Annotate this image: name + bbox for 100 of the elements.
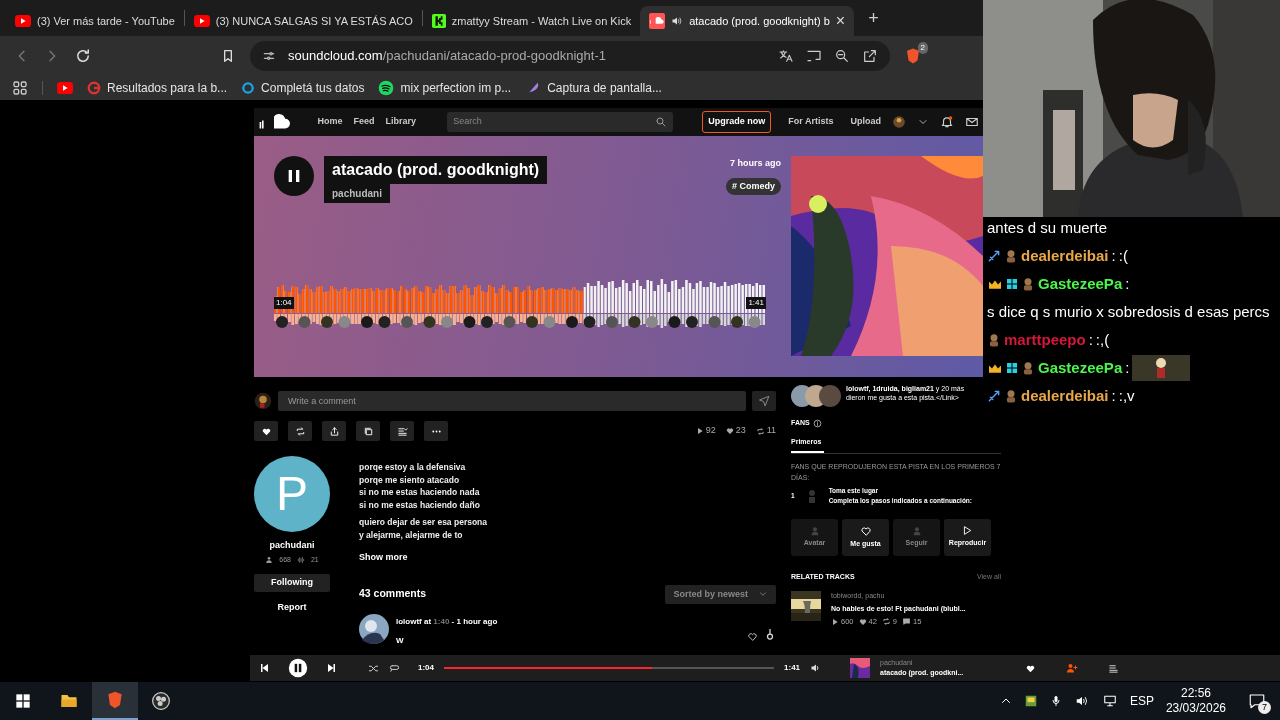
shield-icon[interactable] <box>904 47 922 65</box>
chat-username: GastezeePa <box>1038 274 1123 294</box>
record-app-icon <box>151 691 171 711</box>
share-icon[interactable] <box>862 48 878 64</box>
browser-tab[interactable]: (3) Ver más tarde - YouTube <box>6 6 184 36</box>
site-settings-icon[interactable] <box>262 49 276 63</box>
follow-icon[interactable] <box>1066 662 1079 674</box>
address-bar[interactable]: soundcloud.com/pachudani/atacado-prod-goodknight-1 <box>250 41 890 71</box>
avatar-icon <box>809 525 820 536</box>
youtube-logo-icon[interactable] <box>57 82 73 94</box>
copy-icon <box>362 425 374 437</box>
repeat-icon[interactable] <box>389 662 400 674</box>
chat-message: antes d su muerte <box>987 218 1109 238</box>
stat-count: 92 <box>695 424 716 438</box>
apps-icon[interactable] <box>12 80 28 96</box>
zoom-icon[interactable] <box>834 48 850 64</box>
info-icon[interactable] <box>812 418 822 428</box>
cloud-logo-icon <box>649 13 666 29</box>
upgrade-button[interactable]: Upgrade now <box>702 111 772 133</box>
app-tray-icon[interactable] <box>1023 694 1038 708</box>
avatar-icon <box>1004 388 1018 404</box>
repost-icon <box>294 425 306 437</box>
avatar-stack-icon <box>791 384 841 408</box>
duration: 1:41 <box>784 662 801 674</box>
browser-tab[interactable]: (3) NUNCA SALGAS SI YA ESTÁS ACO <box>184 6 422 36</box>
mail-icon[interactable] <box>965 115 979 129</box>
share-icon <box>328 425 340 437</box>
sort-dropdown[interactable]: Sorted by newest <box>665 584 776 604</box>
play-icon <box>695 427 704 435</box>
new-tab-button[interactable]: + <box>864 4 883 32</box>
clock[interactable]: 22:56 23/03/2026 <box>1165 686 1226 716</box>
bookmark[interactable]: Completá tus datos <box>241 79 365 97</box>
chat-separator: : <box>1088 330 1093 350</box>
avatar-icon <box>1021 276 1035 292</box>
heart-icon[interactable] <box>747 631 758 642</box>
share-button[interactable] <box>322 421 346 441</box>
artist-name[interactable]: pachudani <box>324 184 390 203</box>
reload-icon[interactable] <box>74 47 92 65</box>
upload-time: 7 hours ago <box>730 157 781 170</box>
description-text: quiero dejar de ser esa persona y alejarme, alejarme de to <box>359 516 489 541</box>
notification-icon[interactable] <box>940 115 954 129</box>
play-icon <box>962 525 973 537</box>
search-icon[interactable] <box>654 116 667 128</box>
description-text: porqe estoy a la defensiva porqe me siento atacado si no me estas haciendo nada si no me estas haciendo daño <box>359 461 481 511</box>
chat-message: :,( <box>1095 330 1110 350</box>
browser-tab[interactable]: zmattyy Stream - Watch Live on Kick <box>422 6 641 36</box>
comment-field[interactable]: Write a comment <box>278 391 746 411</box>
search-field[interactable]: Search <box>447 112 673 132</box>
following-button[interactable]: Following <box>254 574 330 592</box>
play-icon <box>831 617 839 626</box>
tracks-icon <box>296 555 305 564</box>
more-button[interactable] <box>424 421 448 441</box>
logo-icon <box>87 81 101 95</box>
microphone-icon[interactable] <box>1049 694 1062 708</box>
notification-icon[interactable] <box>1248 692 1266 710</box>
repost-button[interactable] <box>288 421 312 441</box>
genre-tag[interactable]: # Comedy <box>726 177 781 195</box>
follow-icon <box>911 525 922 536</box>
youtube-logo-icon <box>193 15 210 27</box>
taskbar-app[interactable] <box>92 682 138 720</box>
notification-badge: 2 <box>917 42 928 54</box>
notification-badge: 7 <box>1258 701 1271 714</box>
badge-icon <box>1006 276 1018 292</box>
nav-link[interactable]: Home <box>317 115 343 129</box>
cloud-logo-icon[interactable] <box>258 114 290 130</box>
show-more-link[interactable]: Show more <box>359 551 408 565</box>
pause-button[interactable] <box>274 156 314 196</box>
nav-link[interactable]: For Artists <box>788 115 834 129</box>
comments-heading: 43 comments <box>359 586 427 602</box>
avatar-icon[interactable] <box>359 614 389 644</box>
repost-icon <box>755 426 765 436</box>
keyboard-language[interactable]: ESP <box>1129 692 1154 710</box>
nav-link[interactable]: Feed <box>353 115 375 129</box>
chat-separator: : <box>1111 386 1116 406</box>
translate-icon[interactable] <box>778 48 794 64</box>
bookmark[interactable]: Resultados para la b... <box>87 79 228 97</box>
avatar-icon[interactable] <box>892 115 906 129</box>
pause-icon <box>286 167 302 185</box>
cast-icon[interactable] <box>806 48 822 64</box>
heart-icon <box>858 617 867 626</box>
stat-count: 23 <box>725 424 746 438</box>
add-to-playlist-button[interactable] <box>390 421 414 441</box>
queue-icon[interactable] <box>1108 662 1120 674</box>
bookmark[interactable]: Captura de pantalla... <box>525 79 662 97</box>
nav-link[interactable]: Library <box>385 115 417 129</box>
youtube-logo-icon <box>15 15 31 27</box>
chat-separator: : <box>1125 274 1130 294</box>
copy-button[interactable] <box>356 421 380 441</box>
browser-tab[interactable]: atacado (prod. goodknight) b × <box>640 6 855 36</box>
heart-icon <box>859 524 872 537</box>
like-button[interactable] <box>254 421 278 441</box>
bookmark[interactable]: mix perfection im p... <box>378 79 512 97</box>
heart-icon <box>725 427 734 435</box>
report-link[interactable]: Report <box>277 601 307 615</box>
close-tab-button[interactable]: × <box>835 9 846 33</box>
network-icon[interactable] <box>1101 694 1118 708</box>
send-button[interactable] <box>752 391 776 411</box>
elapsed-time: 1:04 <box>274 297 294 309</box>
nav-link[interactable]: Upload <box>850 115 881 129</box>
artist-name[interactable]: pachudani <box>269 539 315 553</box>
